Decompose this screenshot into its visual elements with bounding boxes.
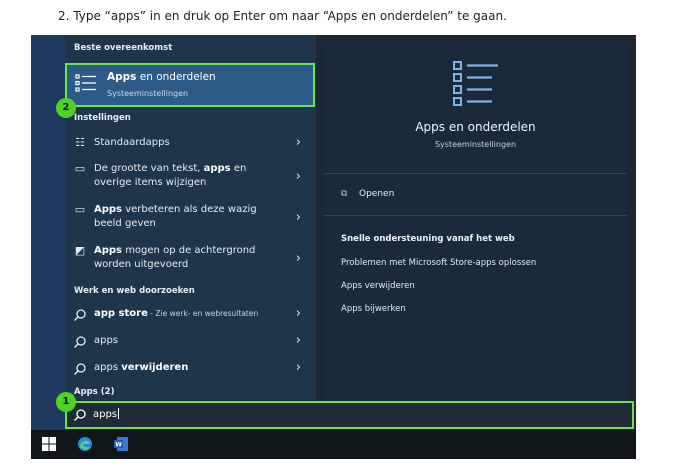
display-icon: ▭ [74,203,86,216]
search-icon [74,309,86,321]
web-item-label: apps verwijderen [94,362,189,373]
search-input-value: apps [93,408,120,420]
open-button[interactable]: ⧉ Openen [341,189,394,199]
result-preview-panel: Apps en onderdelen Systeeminstellingen ⧉… [324,44,627,400]
chevron-right-icon: › [295,135,301,150]
chevron-right-icon: › [295,169,301,184]
taskbar: W [31,430,636,459]
best-match-header: Beste overeenkomst [74,43,173,53]
default-apps-icon: ☷ [75,136,85,149]
chevron-right-icon: › [295,360,301,375]
settings-header: Instellingen [74,113,131,123]
settings-item-standaardapps[interactable]: ☷ Standaardapps › [65,136,315,152]
list-settings-icon [453,61,498,106]
best-match-title: Apps en onderdelen [107,71,216,83]
help-link-apps-verwijderen[interactable]: Apps verwijderen [341,281,415,291]
instruction-text: 2. Type “apps” in en druk op Enter om na… [58,9,507,23]
settings-item-label: Standaardapps [94,137,170,148]
settings-item-achtergrond[interactable]: ◩ Apps mogen op de achtergrond worden ui… [65,244,315,274]
windows-start-search: Beste overeenkomst Apps en onderdelen Sy… [31,35,636,459]
search-input[interactable]: apps [65,401,634,429]
list-settings-icon [75,74,96,92]
search-icon [74,336,86,348]
web-item-label: apps [94,335,119,346]
chevron-right-icon: › [295,333,301,348]
chevron-right-icon: › [295,210,301,225]
start-menu-strip [31,35,65,430]
text-caret [118,408,120,419]
background-apps-icon: ◩ [74,244,86,257]
windows-start-icon[interactable] [41,436,57,452]
web-item-apps[interactable]: apps › [65,334,315,350]
web-item-apps-verwijderen[interactable]: apps verwijderen › [65,361,315,377]
help-link-store-apps[interactable]: Problemen met Microsoft Store-apps oplos… [341,258,536,268]
divider [324,173,627,174]
web-item-app-store[interactable]: app store - Zie werk- en webresultaten › [65,307,315,323]
open-icon: ⧉ [341,189,348,199]
best-match-apps-en-onderdelen[interactable]: Apps en onderdelen Systeeminstellingen [65,63,315,107]
preview-subtitle: Systeeminstellingen [434,140,517,149]
step-badge-2: 2 [56,98,76,118]
web-search-header: Werk en web doorzoeken [74,286,195,296]
web-item-label: app store - Zie werk- en webresultaten [94,308,259,319]
chevron-right-icon: › [295,306,301,321]
apps-header: Apps (2) [74,387,115,397]
chevron-right-icon: › [295,251,301,266]
settings-item-wazig-beeld[interactable]: ▭ Apps verbeteren als deze wazig beeld g… [65,203,315,233]
word-icon[interactable]: W [113,436,129,452]
search-icon [74,363,86,375]
settings-item-tekstgrootte[interactable]: ▭ De grootte van tekst, apps en overige … [65,162,315,192]
preview-title: Apps en onderdelen [415,120,536,134]
display-icon: ▭ [74,162,86,175]
settings-item-label: Apps verbeteren als deze wazig beeld gev… [94,204,257,229]
edge-icon[interactable] [77,436,93,452]
best-match-subtitle: Systeeminstellingen [107,89,189,98]
settings-item-label: Apps mogen op de achtergrond worden uitg… [94,245,256,270]
search-results-panel: Beste overeenkomst Apps en onderdelen Sy… [65,35,316,400]
svg-text:W: W [115,442,122,449]
quick-help-header: Snelle ondersteuning vanaf het web [341,234,515,244]
settings-item-label: De grootte van tekst, apps en overige it… [94,163,247,188]
help-link-apps-bijwerken[interactable]: Apps bijwerken [341,304,406,314]
divider [324,215,627,216]
search-icon [74,409,86,421]
step-badge-1: 1 [56,392,76,412]
